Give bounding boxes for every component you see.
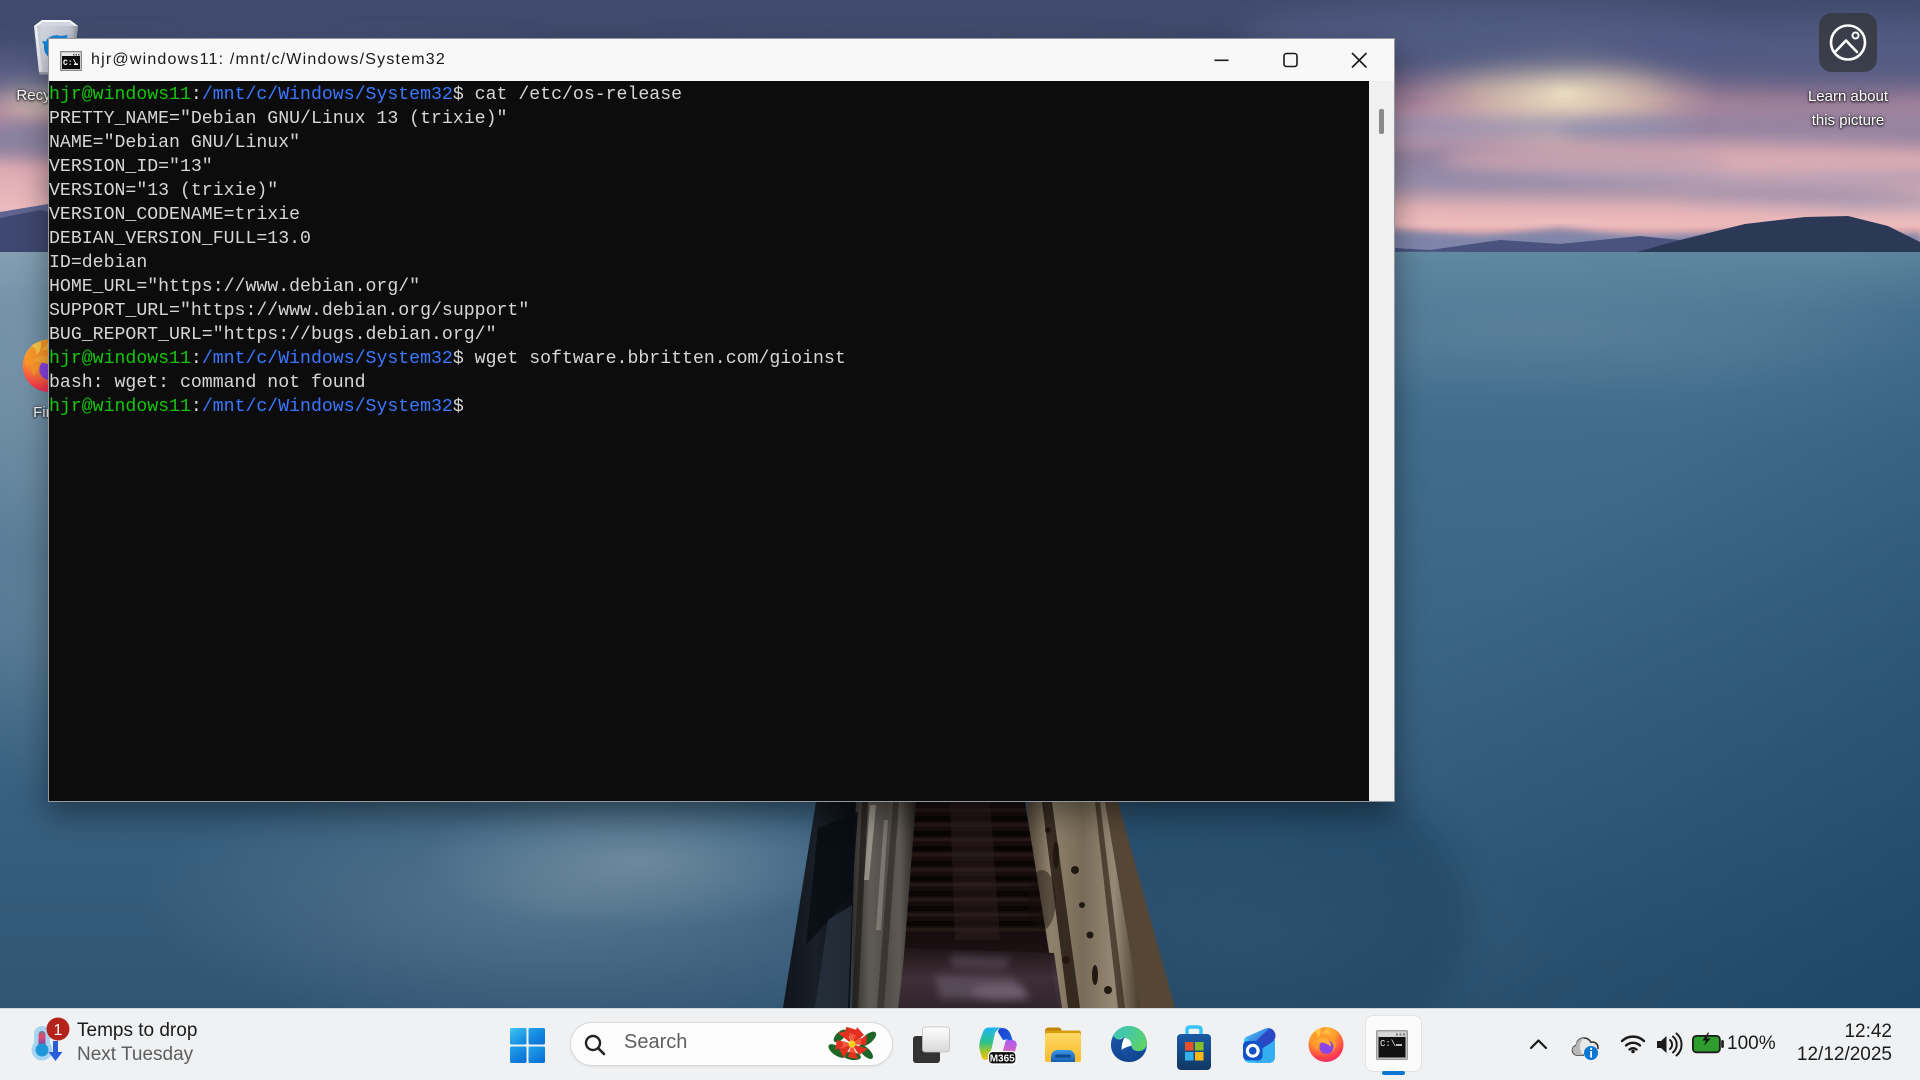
svg-text:1: 1 — [54, 1022, 63, 1039]
svg-text:C:\: C:\ — [1380, 1039, 1396, 1049]
svg-text:M365: M365 — [990, 1054, 1015, 1065]
